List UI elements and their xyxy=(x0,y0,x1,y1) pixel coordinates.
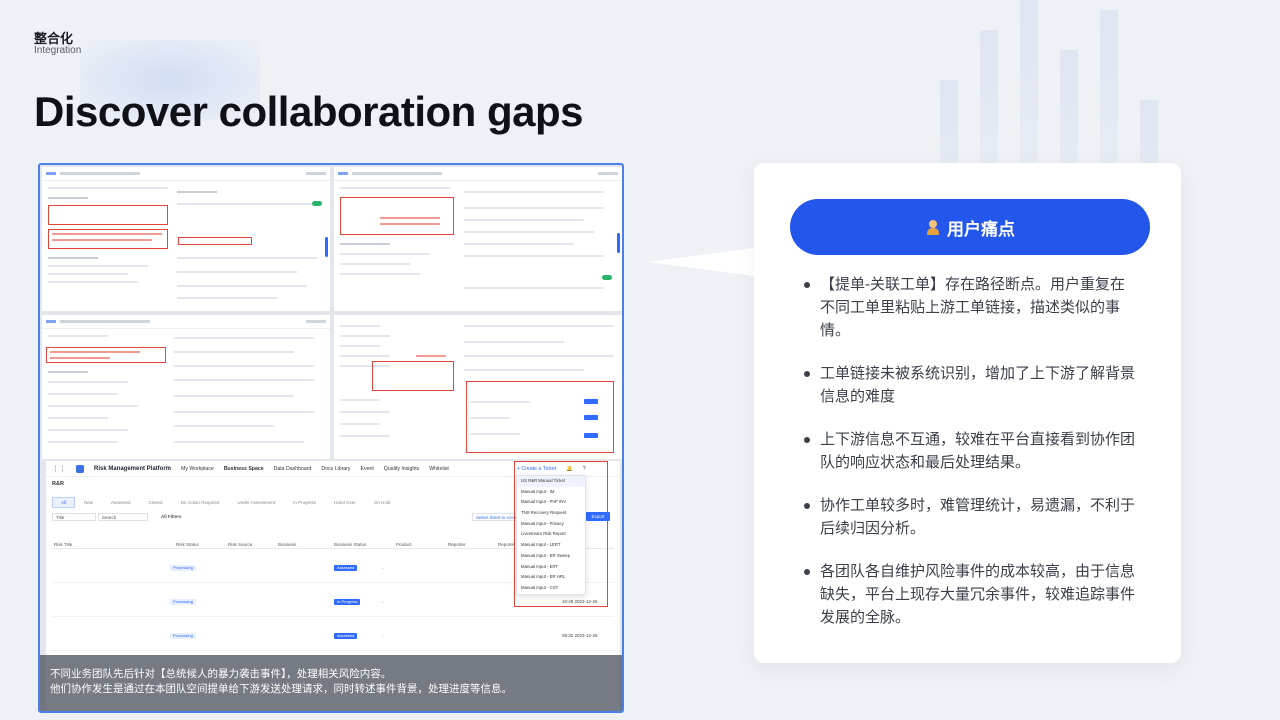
list-item: 各团队各自维护风险事件的成本较高，由于信息缺失，平台上现存大量冗余事件，较难追踪… xyxy=(802,560,1138,629)
tab-under-assessment[interactable]: Under Assessment xyxy=(228,497,284,508)
menu-item[interactable]: US R&R Manual Ticket xyxy=(517,476,585,487)
col-reporter: Reporter xyxy=(448,542,466,547)
ticket-pane-3 xyxy=(42,315,330,459)
nav-docs-library[interactable]: Docs Library xyxy=(321,466,350,472)
tab-in-progress[interactable]: In Progress xyxy=(284,497,325,508)
risk-status-badge: Processing xyxy=(170,633,196,639)
col-risk-source: Risk Source xyxy=(228,542,253,547)
table-row[interactable]: Processing Assessed - 09:32 2023-12-26 xyxy=(52,621,614,651)
product-value: - xyxy=(382,600,384,605)
menu-item[interactable]: Manual Input - IM xyxy=(517,487,585,498)
title-filter[interactable]: Title xyxy=(52,513,96,521)
tab-new[interactable]: New xyxy=(75,497,102,508)
create-ticket-menu: US R&R Manual Ticket Manual Input - IM M… xyxy=(516,475,586,595)
list-item: 协作工单较多时，难管理统计，易遗漏，不利于后续归因分析。 xyxy=(802,494,1138,540)
col-product: Product xyxy=(396,542,412,547)
row-time: 09:32 2023-12-26 xyxy=(562,633,598,638)
menu-item[interactable]: Manual Input - Privacy xyxy=(517,519,585,530)
tab-all[interactable]: All xyxy=(52,497,76,508)
menu-item[interactable]: Manual Input - ER HRL xyxy=(517,572,585,583)
col-risk-status: Risk Status xyxy=(176,542,199,547)
ticket-pane-1 xyxy=(42,167,330,311)
ticket-pane-4 xyxy=(334,315,622,459)
menu-item[interactable]: Livestream Risk Report xyxy=(517,529,585,540)
ticket-pane-2 xyxy=(334,167,622,311)
risk-status-badge: Processing xyxy=(170,565,196,571)
status-tabs: All New Assessed Closed No Action Requir… xyxy=(52,497,399,508)
tab-assessed[interactable]: Assessed xyxy=(102,497,140,508)
nav-event[interactable]: Event xyxy=(361,466,374,472)
tab-on-hold[interactable]: On Hold xyxy=(365,497,400,508)
nav-business-space[interactable]: Business Space xyxy=(224,466,264,472)
col-business: Business xyxy=(278,542,297,547)
page-title: Discover collaboration gaps xyxy=(34,88,584,135)
business-status-badge: Assessed xyxy=(334,565,358,571)
user-icon xyxy=(925,219,941,235)
menu-item[interactable]: Manual Input - LERT xyxy=(517,540,585,551)
risk-status-badge: Processing xyxy=(170,599,196,605)
business-status-badge: In Progress xyxy=(334,599,361,605)
menu-item[interactable]: TNS Recovery Request xyxy=(517,508,585,519)
apps-grid-icon[interactable]: ⋮⋮ xyxy=(52,465,66,473)
highlight-box xyxy=(372,361,454,391)
nav-whitelist[interactable]: Whitelist xyxy=(429,466,449,472)
callout-pointer xyxy=(648,248,754,276)
highlight-box xyxy=(48,205,168,225)
nav-data-dashboard[interactable]: Data Dashboard xyxy=(274,466,312,472)
col-business-status: Business Status xyxy=(334,542,367,547)
caption-line-1: 不同业务团队先后针对【总统候人的暴力袭击事件】，处理相关风险内容。 xyxy=(50,668,392,680)
platform-logo xyxy=(76,464,84,473)
space-selector[interactable]: R&R xyxy=(52,481,64,487)
pain-points-header: 用户痛点 xyxy=(790,199,1150,255)
tab-closed[interactable]: Closed xyxy=(140,497,172,508)
product-value: - xyxy=(382,566,384,571)
list-item: 工单链接未被系统识别，增加了上下游了解背景信息的难度 xyxy=(802,362,1138,408)
pain-points-list: 【提单-关联工单】存在路径断点。用户重复在不同工单里粘贴上游工单链接，描述类似的… xyxy=(802,273,1138,649)
menu-item[interactable]: Manual Input - ER Sweep xyxy=(517,551,585,562)
menu-item[interactable]: Manual Input - CST xyxy=(517,583,585,594)
product-screenshot: ⋮⋮ Risk Management Platform My Workplace… xyxy=(38,163,624,713)
caption-line-2: 他们协作发生是通过在本团队空间提单给下游发送处理请求，同时转述事件背景，处理进度… xyxy=(50,683,512,695)
list-item: 上下游信息不互通，较难在平台直接看到协作团队的响应状态和最后处理结果。 xyxy=(802,428,1138,474)
nav-my-workplace[interactable]: My Workplace xyxy=(181,466,214,472)
search-input[interactable]: Search xyxy=(98,513,148,521)
nav-quality-insights[interactable]: Quality Insights xyxy=(384,466,419,472)
menu-item[interactable]: Manual Input - PnP INV xyxy=(517,497,585,508)
business-status-badge: Assessed xyxy=(334,633,358,639)
platform-brand: Risk Management Platform xyxy=(94,465,172,472)
highlight-box xyxy=(46,347,166,363)
section-eyebrow-en: Integration xyxy=(34,45,82,56)
highlight-box xyxy=(340,197,454,235)
menu-item[interactable]: Manual Input - ERT xyxy=(517,562,585,573)
highlight-box xyxy=(178,237,252,245)
tab-no-action[interactable]: No Action Required xyxy=(172,497,229,508)
all-filters-button[interactable]: All Filters xyxy=(158,513,200,521)
list-item: 【提单-关联工单】存在路径断点。用户重复在不同工单里粘贴上游工单链接，描述类似的… xyxy=(802,273,1138,342)
product-value: - xyxy=(382,634,384,639)
col-risk-title: Risk Title xyxy=(54,542,73,547)
pain-points-card: 用户痛点 【提单-关联工单】存在路径断点。用户重复在不同工单里粘贴上游工单链接，… xyxy=(754,163,1181,663)
screenshot-caption: 不同业务团队先后针对【总统候人的暴力袭击事件】，处理相关风险内容。 他们协作发生… xyxy=(40,655,622,711)
pain-points-title: 用户痛点 xyxy=(947,219,1015,239)
tab-hand-over[interactable]: Hand Over xyxy=(325,497,365,508)
